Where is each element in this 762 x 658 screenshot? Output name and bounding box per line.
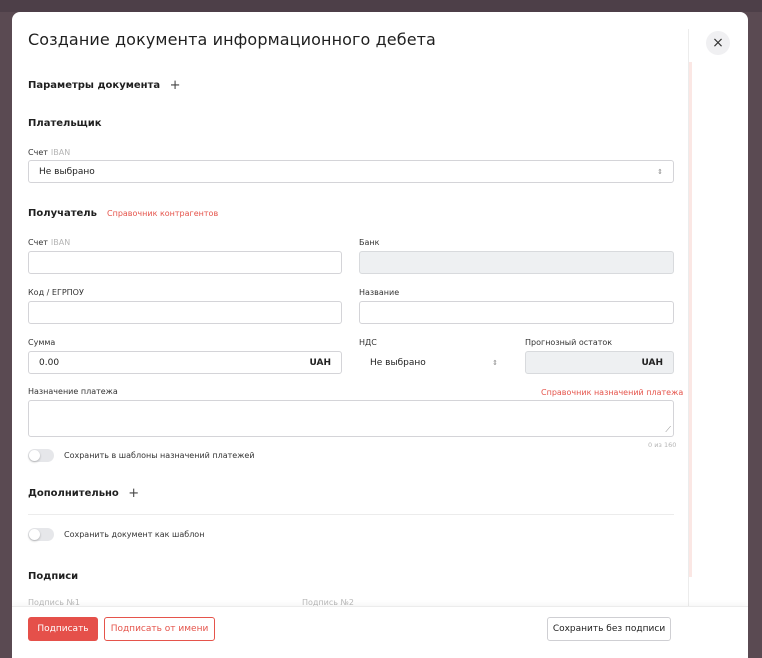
plus-icon[interactable]: + [170,78,181,93]
forecast-currency: UAH [641,357,663,368]
modal-footer: Подписать Подписать от имени Сохранить б… [12,606,748,658]
amount-currency: UAH [309,357,331,368]
forecast-label: Прогнозный остаток [525,338,613,347]
amount-value: 0.00 [39,357,60,368]
close-icon: × [712,35,724,51]
bank-label: Банк [359,238,380,247]
code-input[interactable] [28,301,342,324]
payer-account-value: Не выбрано [39,166,95,177]
signatures-title: Подписи [28,571,79,582]
select-arrows-icon: ⇕ [492,358,498,367]
section-divider [28,514,674,515]
vat-value: Не выбрано [370,357,426,368]
create-debit-document-modal: Создание документа информационного дебет… [12,12,748,658]
forecast-balance-field: UAH [525,351,674,374]
additional-title: Дополнительно [28,488,119,499]
document-params-section[interactable]: Параметры документа + [28,78,181,93]
purpose-directory-link[interactable]: Справочник назначений платежа [541,388,683,397]
vat-select[interactable]: Не выбрано ⇕ [359,351,509,374]
scrollbar[interactable] [689,62,692,577]
name-label: Название [359,288,400,297]
purpose-char-counter: 0 из 160 [648,441,677,449]
code-label: Код / ЕГРПОУ [28,288,84,297]
save-unsigned-button[interactable]: Сохранить без подписи [547,617,671,641]
purpose-label: Назначение платежа [28,387,118,396]
sign-on-behalf-button[interactable]: Подписать от имени [104,617,215,641]
select-arrows-icon: ⇕ [657,167,663,176]
recipient-title: Получатель [28,208,97,219]
recipient-account-input[interactable] [28,251,342,274]
resize-handle-icon[interactable]: ⟋ [665,425,671,435]
modal-title: Создание документа информационного дебет… [28,30,436,49]
counterparty-directory-link[interactable]: Справочник контрагентов [107,209,218,218]
modal-backdrop [0,0,762,12]
additional-section[interactable]: Дополнительно + [28,486,139,501]
payer-title: Плательщик [28,118,102,129]
payer-account-select[interactable]: Не выбрано ⇕ [28,160,674,183]
payer-account-label: Счет IBAN [28,148,71,157]
vat-label: НДС [359,338,377,347]
amount-input[interactable]: 0.00 UAH [28,351,342,374]
iban-hint: IBAN [50,148,71,157]
recipient-account-label: Счет IBAN [28,238,71,247]
save-document-template-label: Сохранить документ как шаблон [64,530,205,539]
close-button[interactable]: × [706,31,730,55]
plus-icon[interactable]: + [128,486,139,501]
save-purpose-template-label: Сохранить в шаблоны назначений платежей [64,451,255,460]
iban-hint: IBAN [50,238,71,247]
save-purpose-template-toggle[interactable] [28,449,54,462]
document-params-title: Параметры документа [28,80,161,91]
sign-button[interactable]: Подписать [28,617,98,641]
amount-label: Сумма [28,338,56,347]
purpose-textarea[interactable]: ⟋ [28,400,674,437]
name-input[interactable] [359,301,674,324]
save-document-template-toggle[interactable] [28,528,54,541]
bank-field [359,251,674,274]
